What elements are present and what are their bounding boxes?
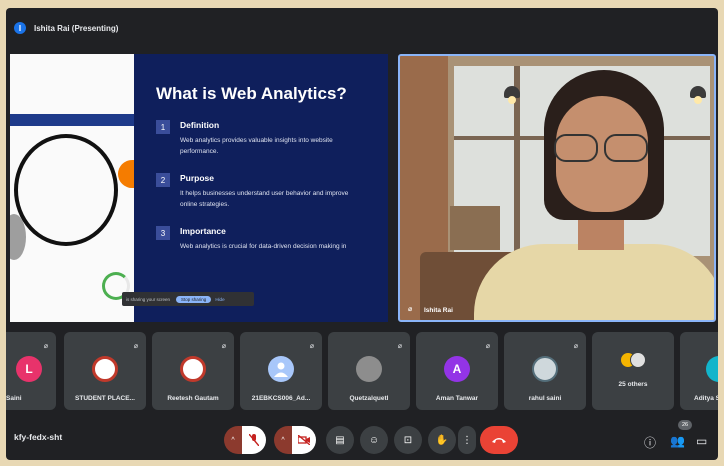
participant-tile[interactable]: ⌀ L Saini: [6, 332, 56, 410]
avatar: [92, 356, 118, 382]
info-icon[interactable]: ⓘ: [644, 434, 656, 451]
others-tile[interactable]: 25 others: [592, 332, 674, 410]
participant-tile[interactable]: ⌀ Reetesh Gautam: [152, 332, 234, 410]
mic-off-icon: ⌀: [397, 343, 402, 350]
participant-tile[interactable]: ⌀ STUDENT PLACE...: [64, 332, 146, 410]
hand-icon: ✋: [435, 434, 449, 446]
captions-icon: ▤: [335, 434, 345, 446]
stop-sharing-button[interactable]: Stop sharing: [176, 295, 212, 303]
more-vert-icon: ⋮: [462, 434, 472, 446]
people-icon[interactable]: 👥: [670, 434, 685, 448]
slide-point: 1 Definition Web analytics provides valu…: [156, 120, 388, 157]
people-count-badge: 26: [678, 420, 692, 430]
slide-point: 3 Importance Web analytics is crucial fo…: [156, 226, 388, 252]
slide-content: What is Web Analytics? 1 Definition Web …: [134, 54, 388, 322]
participant-tile[interactable]: Aditya S: [680, 332, 718, 410]
mic-off-icon: ⌀: [573, 343, 578, 350]
avatar: L: [16, 356, 42, 382]
participant-strip: ⌀ L Saini ⌀ STUDENT PLACE... ⌀ Reetesh G…: [6, 332, 718, 410]
person-icon: [274, 362, 288, 377]
mic-off-icon: ⌀: [309, 343, 314, 350]
participant-tile[interactable]: ⌀ 21EBKCS006_Ad...: [240, 332, 322, 410]
mic-off-icon: ⌀: [133, 343, 138, 350]
avatar: [706, 356, 718, 382]
meeting-code: kfy-fedx-sht: [14, 432, 63, 442]
others-avatars: [620, 352, 648, 372]
mic-options-button[interactable]: ^: [224, 426, 242, 454]
slide-image: [10, 54, 134, 322]
mic-off-icon: [249, 434, 259, 446]
avatar: A: [444, 356, 470, 382]
mic-off-icon: ⌀: [43, 343, 48, 350]
mic-toggle-button[interactable]: [242, 426, 266, 454]
participant-tile[interactable]: ⌀ rahul saini: [504, 332, 586, 410]
chevron-up-icon: ^: [231, 436, 235, 444]
slide-title: What is Web Analytics?: [156, 84, 347, 103]
presentation-slide: What is Web Analytics? 1 Definition Web …: [10, 54, 388, 322]
camera-toggle-button[interactable]: [292, 426, 316, 454]
presenter-label: Ishita Rai (Presenting): [34, 23, 119, 33]
end-call-icon: [492, 438, 506, 443]
reactions-button[interactable]: ☺: [360, 426, 388, 454]
chat-icon[interactable]: ▭: [696, 434, 707, 448]
avatar: [356, 356, 382, 382]
mic-off-icon: ⌀: [485, 343, 490, 350]
lamp-icon: [690, 86, 706, 104]
mic-off-icon: ⌀: [408, 306, 413, 313]
present-button[interactable]: ⊡: [394, 426, 422, 454]
presenter-avatar: I: [14, 22, 26, 34]
camera-off-icon: [298, 435, 310, 445]
avatar: [180, 356, 206, 382]
screen-share-bar: is sharing your screen Stop sharing Hide: [122, 292, 254, 306]
participant-tile[interactable]: ⌀ A Aman Tanwar: [416, 332, 498, 410]
meet-window: I Ishita Rai (Presenting) What is Web An…: [6, 8, 718, 460]
video-name-label: ⌀ Ishita Rai: [408, 306, 453, 314]
raise-hand-button[interactable]: ✋: [428, 426, 456, 454]
slide-point: 2 Purpose It helps businesses understand…: [156, 173, 388, 210]
leave-call-button[interactable]: [480, 426, 518, 454]
avatar: [268, 356, 294, 382]
presenter-video[interactable]: ⌀ Ishita Rai: [398, 54, 716, 322]
more-options-button[interactable]: ⋮: [458, 426, 476, 454]
participant-tile[interactable]: ⌀ Quetzalquetl: [328, 332, 410, 410]
bottom-toolbar: kfy-fedx-sht ^ ^ ▤ ☺ ⊡ ✋ ⋮ ⓘ 👥 26 ▭: [6, 416, 718, 460]
captions-button[interactable]: ▤: [326, 426, 354, 454]
emoji-icon: ☺: [368, 434, 380, 446]
lamp-icon: [504, 86, 520, 104]
top-bar: I Ishita Rai (Presenting): [6, 8, 718, 48]
mic-off-icon: ⌀: [221, 343, 226, 350]
camera-options-button[interactable]: ^: [274, 426, 292, 454]
chevron-up-icon: ^: [281, 436, 285, 444]
avatar: [532, 356, 558, 382]
hide-button[interactable]: Hide: [215, 297, 224, 302]
present-icon: ⊡: [403, 434, 413, 446]
